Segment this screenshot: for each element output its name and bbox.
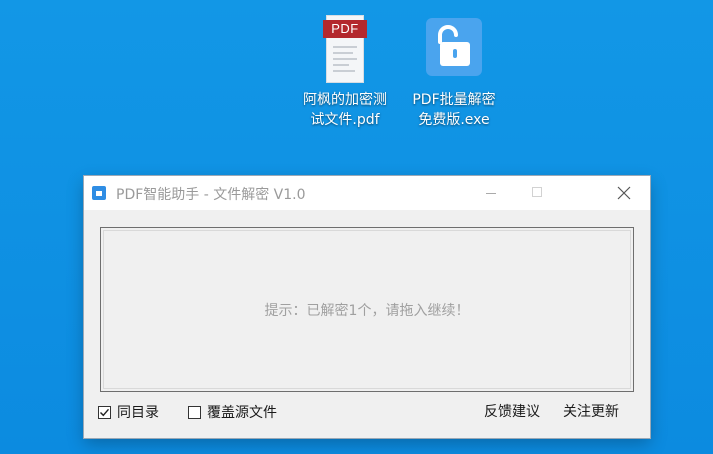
checkbox-unchecked[interactable] — [188, 405, 201, 419]
overwrite-source-checkbox[interactable]: 覆盖源文件 — [188, 402, 277, 422]
window-title: PDF智能助手 - 文件解密 V1.0 — [116, 187, 306, 203]
caption-line: 免费版.exe — [418, 112, 490, 128]
caption-line: PDF批量解密 — [412, 92, 496, 108]
desktop-icon-label: 阿枫的加密测 试文件.pdf — [285, 90, 405, 130]
follow-updates-link[interactable]: 关注更新 — [563, 402, 619, 422]
desktop-icon-unlock-app[interactable]: PDF批量解密 免费版.exe — [394, 16, 514, 130]
pdf-file-icon: PDF — [314, 16, 376, 82]
feedback-link[interactable]: 反馈建议 — [484, 402, 540, 422]
same-directory-checkbox[interactable]: 同目录 — [98, 402, 159, 422]
same-directory-label: 同目录 — [117, 405, 159, 421]
maximize-button — [514, 176, 560, 210]
close-icon — [617, 186, 631, 200]
title-bar[interactable]: PDF智能助手 - 文件解密 V1.0 — [84, 176, 650, 210]
check-icon — [100, 408, 110, 416]
desktop-icon-label: PDF批量解密 免费版.exe — [394, 90, 514, 130]
drop-zone[interactable]: 提示：已解密1个，请拖入继续！ — [100, 227, 634, 392]
app-window: PDF智能助手 - 文件解密 V1.0 提示：已解密1个，请拖入继续！ 同目录 … — [84, 176, 650, 438]
pdf-badge: PDF — [323, 20, 367, 38]
caption-line: 试文件.pdf — [310, 112, 380, 128]
overwrite-source-label: 覆盖源文件 — [207, 405, 277, 421]
close-button[interactable] — [598, 176, 650, 210]
minimize-button[interactable] — [468, 176, 514, 210]
checkbox-checked[interactable] — [98, 405, 111, 419]
status-hint: 提示：已解密1个，请拖入继续！ — [264, 303, 470, 319]
caption-line: 阿枫的加密测 — [303, 92, 387, 108]
app-icon — [92, 186, 106, 200]
unlock-icon — [423, 16, 485, 82]
desktop-icon-pdf-file[interactable]: PDF 阿枫的加密测 试文件.pdf — [285, 16, 405, 130]
